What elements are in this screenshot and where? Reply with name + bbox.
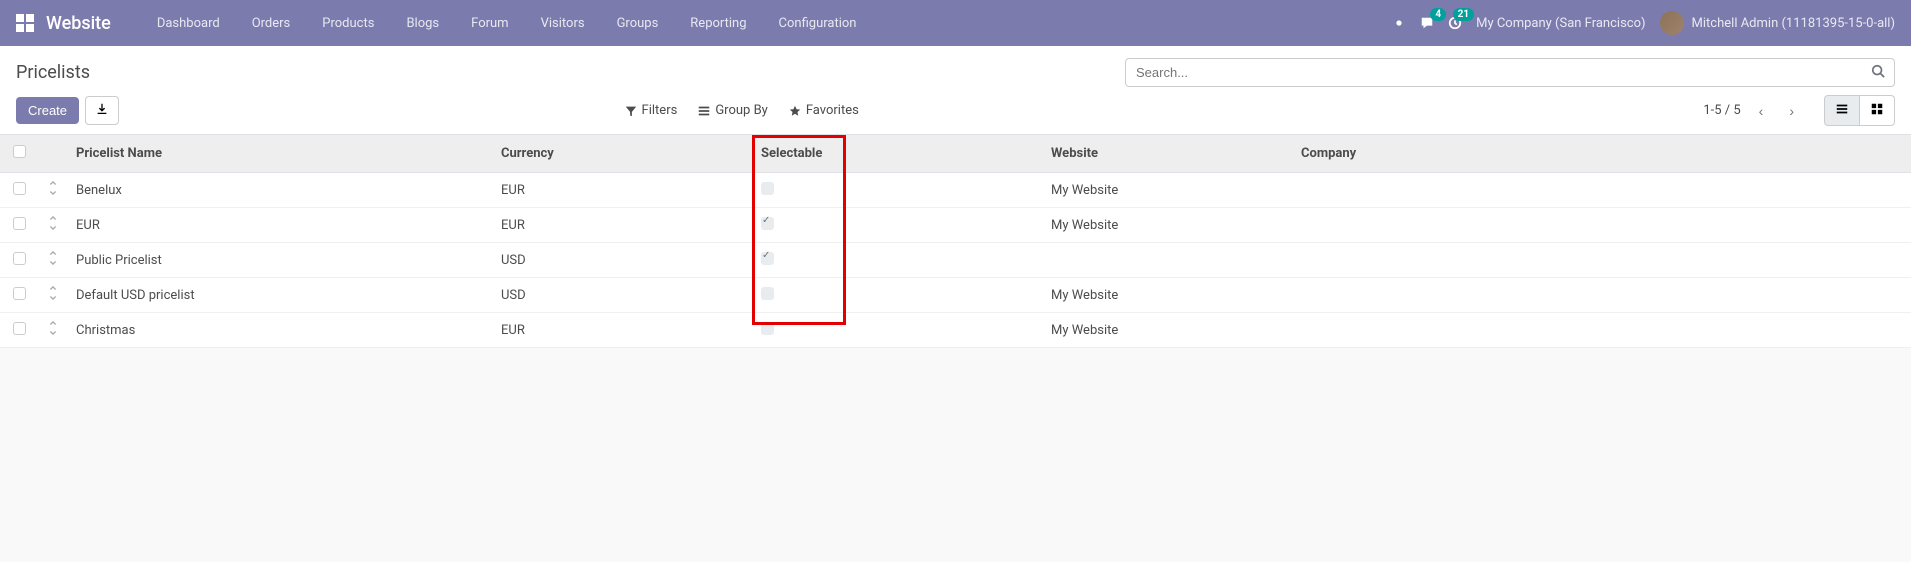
messages-badge: 4	[1430, 8, 1446, 21]
company-selector[interactable]: My Company (San Francisco)	[1476, 16, 1645, 31]
top-nav: Website Dashboard Orders Products Blogs …	[0, 0, 1911, 46]
selectable-checkbox[interactable]	[761, 182, 774, 195]
cell-website: My Website	[1043, 208, 1293, 243]
col-header-selectable[interactable]: Selectable	[753, 135, 1043, 173]
nav-menu: Dashboard Orders Products Blogs Forum Vi…	[141, 2, 873, 45]
cell-company	[1293, 313, 1911, 348]
nav-item-dashboard[interactable]: Dashboard	[141, 2, 236, 45]
pager-next[interactable]: ›	[1781, 99, 1802, 123]
table-row[interactable]: Benelux EUR My Website	[0, 173, 1911, 208]
select-all-checkbox[interactable]	[13, 145, 26, 158]
messages-icon[interactable]: 4	[1420, 16, 1434, 30]
drag-handle-icon[interactable]	[38, 173, 68, 208]
filters-button[interactable]: Filters	[624, 103, 678, 118]
activities-badge: 21	[1453, 8, 1474, 21]
cell-company	[1293, 173, 1911, 208]
nav-item-blogs[interactable]: Blogs	[390, 2, 455, 45]
favorites-button[interactable]: Favorites	[788, 103, 859, 118]
selectable-checkbox[interactable]	[761, 217, 774, 230]
nav-item-groups[interactable]: Groups	[601, 2, 675, 45]
groupby-button[interactable]: Group By	[697, 103, 768, 118]
cell-name: Default USD pricelist	[68, 278, 493, 313]
nav-item-configuration[interactable]: Configuration	[763, 2, 873, 45]
cell-currency: EUR	[493, 313, 753, 348]
pager[interactable]: 1-5 / 5	[1703, 103, 1740, 118]
brand[interactable]: Website	[46, 13, 111, 34]
drag-handle-icon[interactable]	[38, 243, 68, 278]
table-row[interactable]: EUR EUR My Website	[0, 208, 1911, 243]
pager-prev[interactable]: ‹	[1751, 99, 1772, 123]
row-checkbox[interactable]	[13, 287, 26, 300]
cell-selectable	[753, 173, 1043, 208]
export-button[interactable]	[85, 96, 119, 125]
cell-selectable	[753, 243, 1043, 278]
nav-item-visitors[interactable]: Visitors	[525, 2, 601, 45]
row-checkbox[interactable]	[13, 182, 26, 195]
control-panel: Pricelists Create Filters Group By Favor…	[0, 46, 1911, 135]
search-input[interactable]	[1125, 58, 1895, 87]
cell-website: My Website	[1043, 278, 1293, 313]
nav-item-reporting[interactable]: Reporting	[674, 2, 762, 45]
avatar	[1660, 11, 1684, 35]
cell-name: EUR	[68, 208, 493, 243]
drag-handle-icon[interactable]	[38, 278, 68, 313]
cell-selectable	[753, 208, 1043, 243]
cell-selectable	[753, 313, 1043, 348]
row-checkbox[interactable]	[13, 252, 26, 265]
cell-currency: EUR	[493, 208, 753, 243]
selectable-checkbox[interactable]	[761, 252, 774, 265]
row-checkbox[interactable]	[13, 217, 26, 230]
col-header-name[interactable]: Pricelist Name	[68, 135, 493, 173]
cell-website	[1043, 243, 1293, 278]
cell-name: Benelux	[68, 173, 493, 208]
col-header-company[interactable]: Company	[1293, 135, 1911, 173]
table-row[interactable]: Christmas EUR My Website	[0, 313, 1911, 348]
activities-icon[interactable]: 21	[1448, 16, 1462, 30]
cell-selectable	[753, 278, 1043, 313]
debug-icon[interactable]	[1392, 16, 1406, 30]
selectable-checkbox[interactable]	[761, 287, 774, 300]
col-header-currency[interactable]: Currency	[493, 135, 753, 173]
search-icon[interactable]	[1871, 64, 1885, 82]
cell-currency: USD	[493, 243, 753, 278]
search-box	[1125, 58, 1895, 87]
cell-name: Christmas	[68, 313, 493, 348]
nav-item-products[interactable]: Products	[306, 2, 390, 45]
breadcrumb: Pricelists	[16, 62, 1125, 83]
nav-item-forum[interactable]: Forum	[455, 2, 524, 45]
selectable-checkbox[interactable]	[761, 322, 774, 335]
table-row[interactable]: Public Pricelist USD	[0, 243, 1911, 278]
cell-website: My Website	[1043, 173, 1293, 208]
table-row[interactable]: Default USD pricelist USD My Website	[0, 278, 1911, 313]
cell-website: My Website	[1043, 313, 1293, 348]
view-kanban-button[interactable]	[1860, 95, 1895, 126]
user-name: Mitchell Admin (11181395-15-0-all)	[1692, 16, 1895, 31]
col-header-website[interactable]: Website	[1043, 135, 1293, 173]
cell-currency: EUR	[493, 173, 753, 208]
list-view: Pricelist Name Currency Selectable Websi…	[0, 135, 1911, 348]
cell-company	[1293, 278, 1911, 313]
cell-company	[1293, 243, 1911, 278]
cell-currency: USD	[493, 278, 753, 313]
user-menu[interactable]: Mitchell Admin (11181395-15-0-all)	[1660, 11, 1895, 35]
nav-item-orders[interactable]: Orders	[236, 2, 307, 45]
apps-icon[interactable]	[16, 14, 34, 32]
drag-handle-icon[interactable]	[38, 208, 68, 243]
create-button[interactable]: Create	[16, 97, 79, 124]
row-checkbox[interactable]	[13, 322, 26, 335]
cell-name: Public Pricelist	[68, 243, 493, 278]
view-list-button[interactable]	[1824, 95, 1860, 126]
cell-company	[1293, 208, 1911, 243]
drag-handle-icon[interactable]	[38, 313, 68, 348]
